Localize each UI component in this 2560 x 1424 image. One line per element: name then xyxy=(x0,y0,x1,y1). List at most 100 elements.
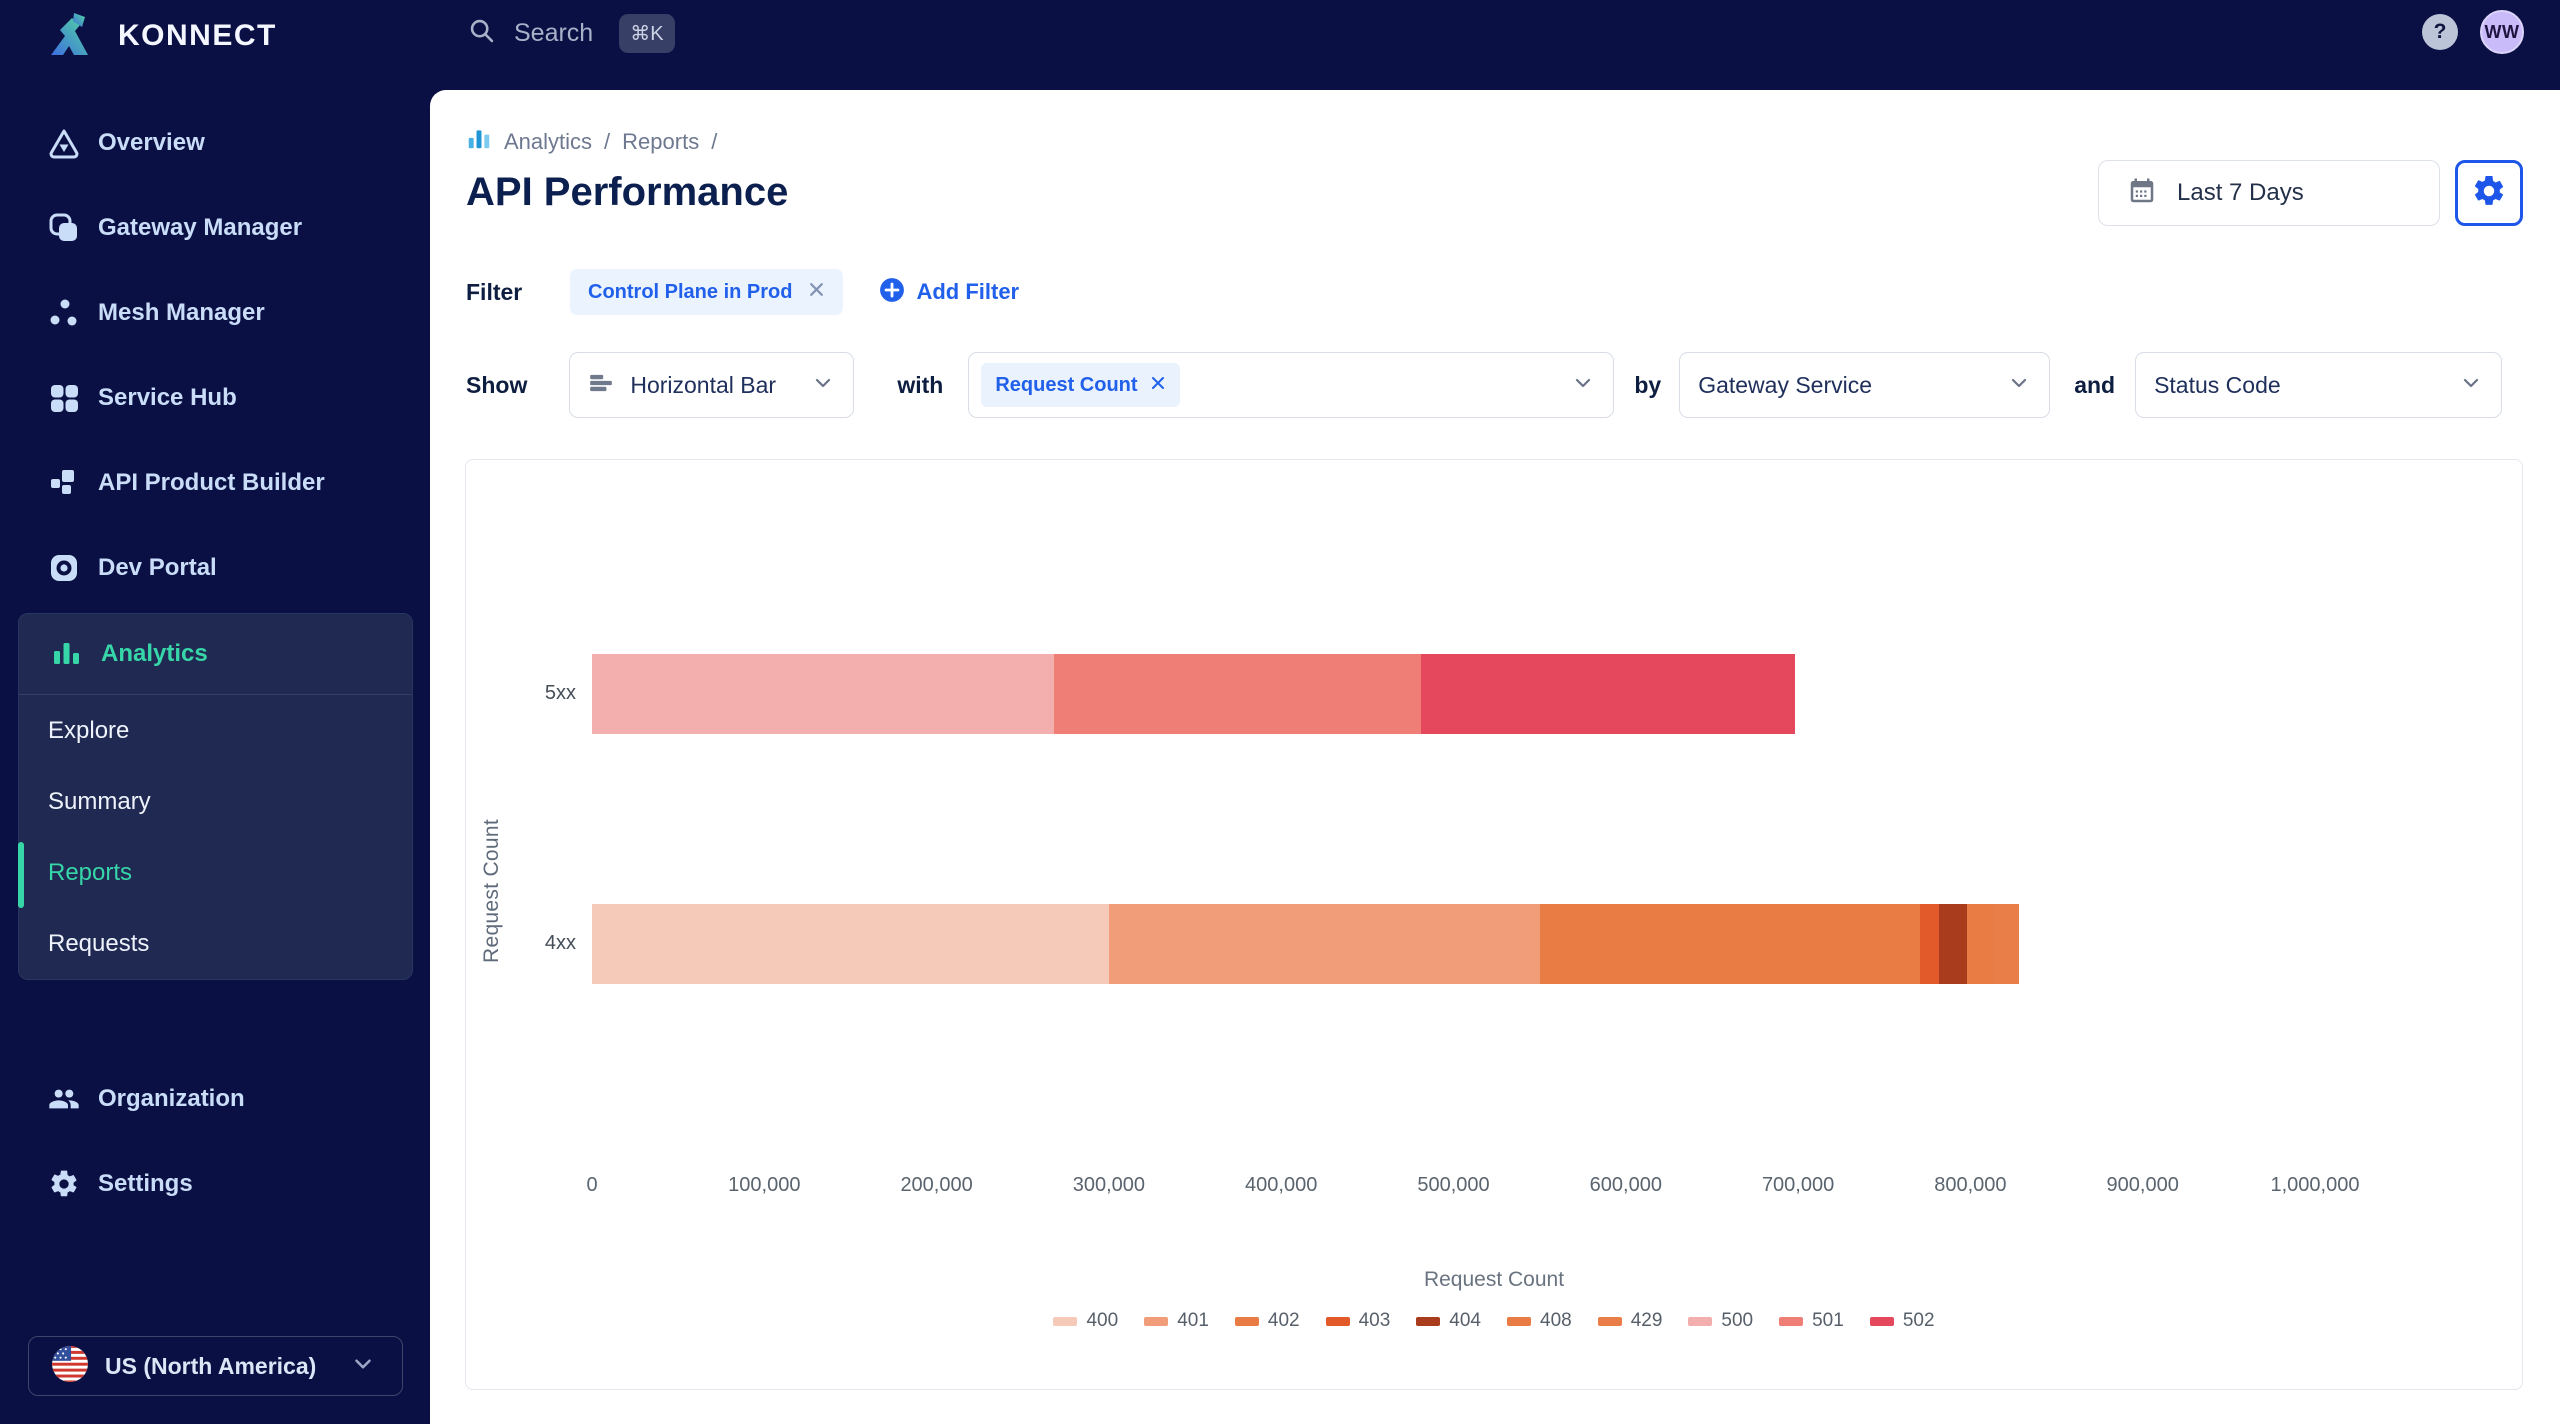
sidebar-item-settings[interactable]: Settings xyxy=(0,1141,430,1226)
legend-item-401[interactable]: 401 xyxy=(1144,1310,1209,1332)
legend-item-400[interactable]: 400 xyxy=(1053,1310,1118,1332)
chevron-down-icon xyxy=(1571,371,1595,400)
legend-item-500[interactable]: 500 xyxy=(1688,1310,1753,1332)
gear-icon xyxy=(2471,173,2507,214)
overview-icon xyxy=(48,127,80,159)
sidebar-item-requests[interactable]: Requests xyxy=(19,908,412,979)
bar-segment-4xx-401[interactable] xyxy=(1108,904,1540,984)
search-placeholder: Search xyxy=(514,18,594,47)
close-icon[interactable] xyxy=(1150,375,1166,396)
sidebar-item-label: Gateway Manager xyxy=(98,213,303,241)
sidebar-item-summary[interactable]: Summary xyxy=(19,766,412,837)
legend-item-501[interactable]: 501 xyxy=(1779,1310,1844,1332)
sidebar-item-label: Dev Portal xyxy=(98,553,217,581)
breadcrumb-analytics[interactable]: Analytics xyxy=(504,129,592,155)
bar-segment-4xx-408[interactable] xyxy=(1966,904,1993,984)
legend-swatch-408 xyxy=(1507,1316,1531,1326)
secondary-group-by-value: Status Code xyxy=(2154,371,2281,398)
metric-chip-label: Request Count xyxy=(995,373,1138,396)
kong-logo-icon xyxy=(44,7,96,64)
report-settings-button[interactable] xyxy=(2455,160,2523,226)
sidebar-item-service-hub[interactable]: Service Hub xyxy=(0,355,430,440)
legend-title: Request Count xyxy=(1423,1268,1565,1291)
dev-portal-icon xyxy=(48,552,80,584)
sidebar-item-overview[interactable]: Overview xyxy=(0,100,430,185)
gateway-manager-icon xyxy=(48,212,80,244)
user-avatar[interactable]: WW xyxy=(2480,10,2524,54)
bar-segment-4xx-400[interactable] xyxy=(592,904,1109,984)
add-filter-button[interactable]: Add Filter xyxy=(879,277,1019,308)
date-range-button[interactable]: Last 7 Days xyxy=(2098,160,2440,226)
mesh-manager-icon xyxy=(48,297,80,329)
bar-segment-4xx-403[interactable] xyxy=(1920,904,1940,984)
help-button[interactable]: ? xyxy=(2422,14,2458,50)
search-shortcut-badge: ⌘K xyxy=(619,13,675,53)
x-tick-0: 0 xyxy=(586,1174,598,1196)
close-icon[interactable] xyxy=(808,281,825,303)
sidebar-analytics-section: Analytics Explore Summary Reports Reques… xyxy=(18,613,413,980)
organization-icon xyxy=(48,1083,80,1115)
region-label: US (North America) xyxy=(105,1352,317,1379)
topbar: KONNECT Search ⌘K ? WW xyxy=(0,0,2560,90)
chevron-down-icon xyxy=(350,1351,376,1382)
sidebar-item-label: API Product Builder xyxy=(98,468,325,496)
sidebar-item-mesh-manager[interactable]: Mesh Manager xyxy=(0,270,430,355)
sidebar-item-label: Analytics xyxy=(101,640,208,667)
metric-chip[interactable]: Request Count xyxy=(981,363,1180,407)
sidebar-item-dev-portal[interactable]: Dev Portal xyxy=(0,525,430,610)
sidebar-item-analytics[interactable]: Analytics xyxy=(19,614,412,695)
sidebar-item-label: Settings xyxy=(98,1169,193,1197)
chevron-down-icon xyxy=(811,371,835,400)
us-flag-icon xyxy=(51,1345,89,1388)
metric-select[interactable]: Request Count xyxy=(968,352,1615,418)
filter-label: Filter xyxy=(466,278,523,305)
legend-label: 408 xyxy=(1540,1310,1572,1331)
legend-label: 501 xyxy=(1812,1310,1844,1331)
legend-item-502[interactable]: 502 xyxy=(1869,1310,1935,1332)
bar-segment-5xx-501[interactable] xyxy=(1053,654,1421,734)
calendar-icon xyxy=(2127,176,2157,211)
legend-swatch-404 xyxy=(1416,1316,1441,1326)
with-label: with xyxy=(897,371,944,398)
legend-item-429[interactable]: 429 xyxy=(1597,1310,1662,1332)
breadcrumb-reports[interactable]: Reports xyxy=(622,129,699,155)
chart-type-select[interactable]: Horizontal Bar xyxy=(569,352,855,418)
legend-item-403[interactable]: 403 xyxy=(1325,1310,1390,1332)
x-tick-200000: 200,000 xyxy=(900,1174,973,1196)
date-range-label: Last 7 Days xyxy=(2177,179,2304,206)
bar-segment-4xx-404[interactable] xyxy=(1939,904,1967,984)
logo[interactable]: KONNECT xyxy=(44,7,277,64)
legend-item-408[interactable]: 408 xyxy=(1507,1310,1572,1332)
sidebar-item-organization[interactable]: Organization xyxy=(0,1056,430,1141)
bar-segment-4xx-429[interactable] xyxy=(1992,904,2019,984)
legend-item-404[interactable]: 404 xyxy=(1416,1310,1481,1332)
x-tick-100000: 100,000 xyxy=(728,1174,801,1196)
sidebar-item-gateway-manager[interactable]: Gateway Manager xyxy=(0,185,430,270)
chart-controls-row: Show Horizontal Bar with Request Count b… xyxy=(466,352,2503,418)
bar-segment-4xx-402[interactable] xyxy=(1539,904,1921,984)
horizontal-bars-icon xyxy=(588,370,614,401)
chevron-down-icon xyxy=(2459,371,2483,400)
sidebar-item-reports[interactable]: Reports xyxy=(19,837,412,908)
bar-row-5xx xyxy=(592,654,1795,734)
bar-row-4xx xyxy=(592,904,2019,984)
x-tick-700000: 700,000 xyxy=(1761,1174,1835,1196)
region-selector[interactable]: US (North America) xyxy=(28,1336,403,1396)
group-by-select[interactable]: Gateway Service xyxy=(1679,352,2051,418)
x-tick-500000: 500,000 xyxy=(1417,1174,1490,1196)
sidebar-item-api-product-builder[interactable]: API Product Builder xyxy=(0,440,430,525)
sidebar-item-explore[interactable]: Explore xyxy=(19,695,412,766)
page-title: API Performance xyxy=(466,170,789,214)
breadcrumb-separator: / xyxy=(711,129,718,154)
by-label: by xyxy=(1634,371,1662,398)
filter-chip[interactable]: Control Plane in Prod xyxy=(570,269,844,315)
legend-item-402[interactable]: 402 xyxy=(1234,1310,1300,1332)
legend-label: 502 xyxy=(1902,1310,1935,1331)
bar-segment-5xx-502[interactable] xyxy=(1420,654,1795,734)
search-input[interactable]: Search ⌘K xyxy=(468,10,675,56)
sidebar-item-label: Organization xyxy=(98,1084,245,1112)
show-label: Show xyxy=(466,371,528,398)
bar-segment-5xx-500[interactable] xyxy=(592,654,1054,734)
api-product-builder-icon xyxy=(48,467,80,499)
secondary-group-by-select[interactable]: Status Code xyxy=(2135,352,2503,418)
